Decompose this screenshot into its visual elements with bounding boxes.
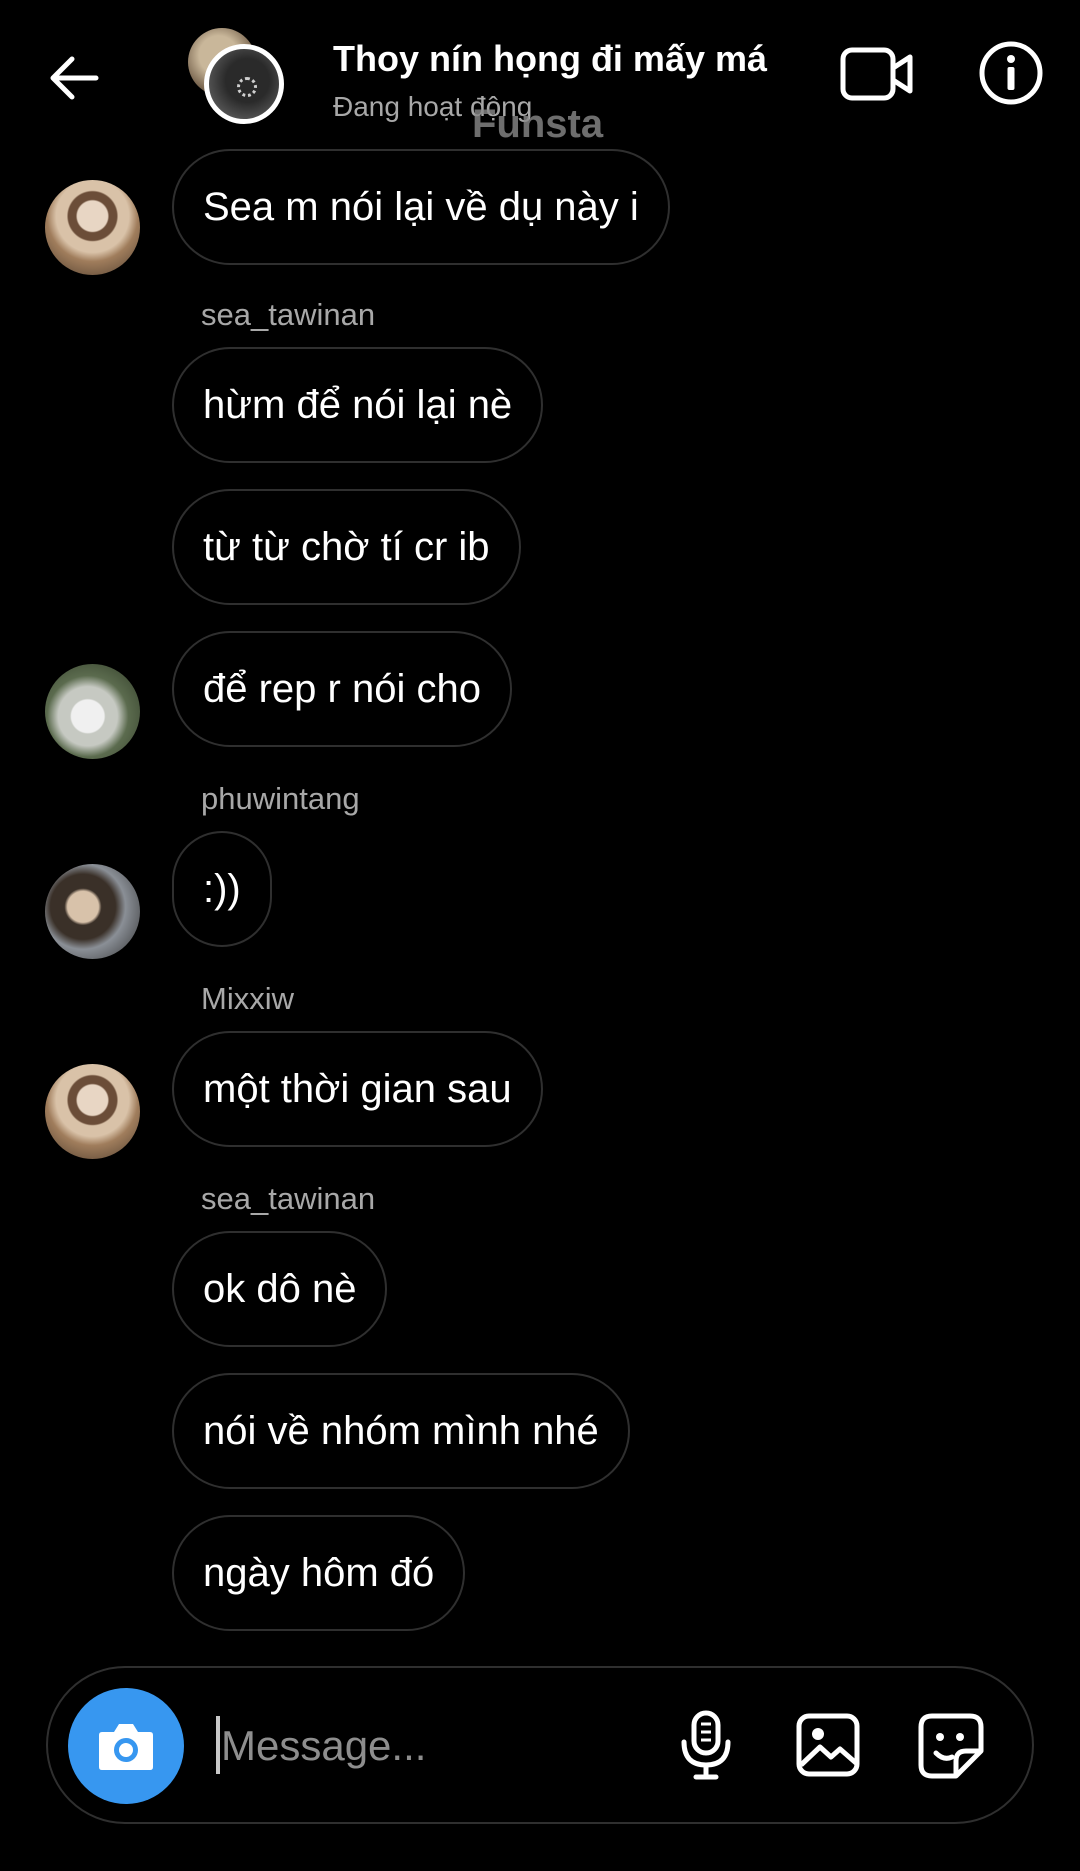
video-camera-icon[interactable] — [840, 46, 914, 102]
sender-name: sea_tawinan — [201, 297, 376, 332]
camera-button[interactable] — [68, 1688, 184, 1804]
avatar-phuwin[interactable] — [45, 664, 140, 759]
sticker-icon[interactable] — [918, 1713, 984, 1779]
message-bubble[interactable]: ngày hôm đó — [172, 1515, 466, 1631]
watermark: Funsta — [472, 102, 604, 146]
message-bubble[interactable]: để rep r nói cho — [172, 631, 512, 747]
chat-title[interactable]: Thoy nín họng đi mấy má — [333, 38, 767, 80]
message-bubble[interactable]: :)) — [172, 831, 272, 947]
message-bubble[interactable]: nói về nhóm mình nhé — [172, 1373, 630, 1489]
group-avatar-front — [204, 44, 284, 124]
message-bubble[interactable]: từ từ chờ tí cr ib — [172, 489, 521, 605]
message-bubble[interactable]: một thời gian sau — [172, 1031, 543, 1147]
sender-name: sea_tawinan — [201, 1181, 376, 1216]
message-bubble[interactable]: hừm để nói lại nè — [172, 347, 544, 463]
message-bubble[interactable]: Sea m nói lại về dụ này i — [172, 149, 670, 265]
back-arrow-icon[interactable] — [44, 48, 104, 108]
info-icon[interactable] — [978, 40, 1044, 106]
message-input[interactable] — [219, 1712, 663, 1780]
avatar-sea[interactable] — [45, 1064, 140, 1159]
camera-icon — [99, 1724, 153, 1770]
microphone-icon[interactable] — [678, 1710, 734, 1780]
chat-header: Thoy nín họng đi mấy má Đang hoạt động F… — [0, 0, 1080, 150]
group-avatar[interactable] — [188, 28, 298, 128]
avatar-sea[interactable] — [45, 180, 140, 275]
sender-name: Mixxiw — [201, 981, 294, 1016]
sender-name: phuwintang — [201, 781, 360, 816]
avatar-mixxiw[interactable] — [45, 864, 140, 959]
message-bubble[interactable]: ok dô nè — [172, 1231, 388, 1347]
image-icon[interactable] — [796, 1713, 860, 1777]
